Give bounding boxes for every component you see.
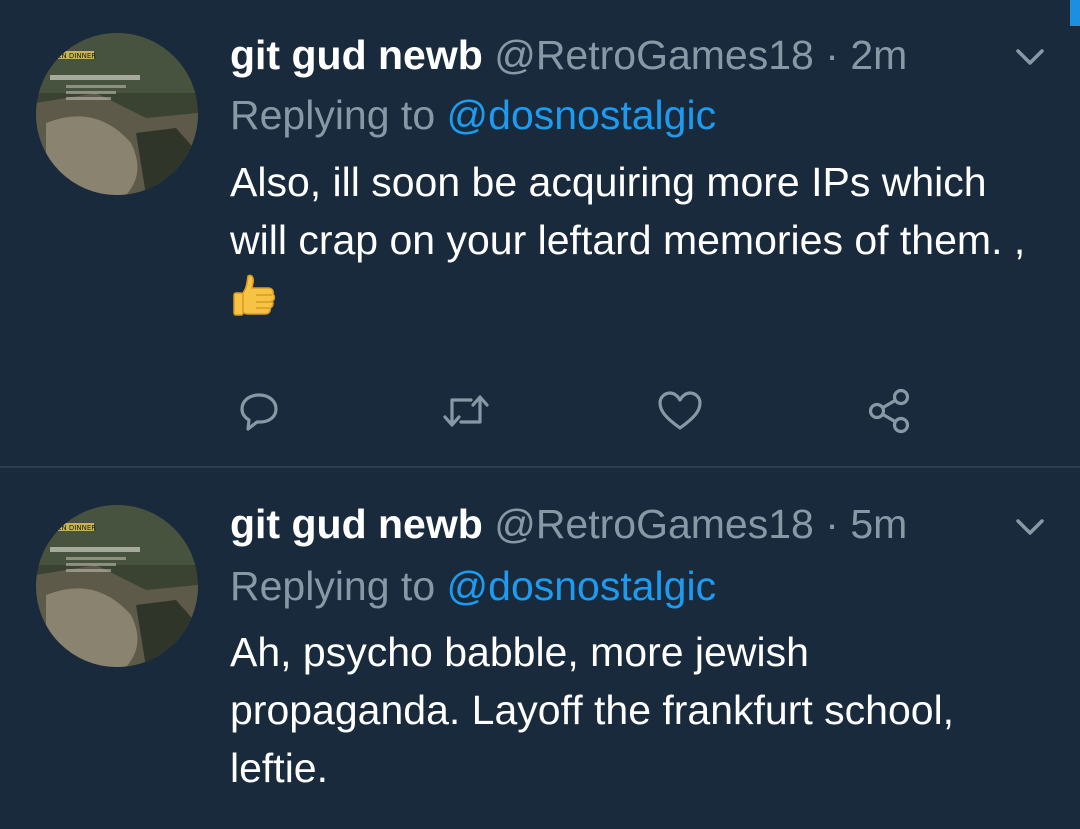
share-button[interactable] [862,384,916,438]
tweet-actions [0,384,1080,438]
tweet-text: Ah, psycho babble, more jewish propagand… [230,629,955,791]
tweet[interactable]: ..KEN DINNER git gud newb @RetroGames18 … [0,0,1080,466]
tweet[interactable]: ..KEN DINNER git gud newb @RetroGames18 … [0,468,1080,829]
replying-to-link[interactable]: @dosnostalgic [447,92,717,138]
tweet-text: Also, ill soon be acquiring more IPs whi… [230,153,1050,327]
separator-dot: · [825,32,839,78]
timestamp[interactable]: 2m [850,32,907,78]
chevron-down-icon[interactable] [1010,38,1050,78]
avatar-image: ..KEN DINNER [36,505,198,667]
avatar[interactable]: ..KEN DINNER [36,33,198,195]
like-button[interactable] [653,384,707,438]
separator-dot: · [825,501,839,547]
replying-to-label: Replying to [230,563,436,609]
reply-button[interactable] [232,384,286,438]
tweet-header: git gud newb @RetroGames18 · 5m [230,500,907,548]
user-handle[interactable]: @RetroGames18 [494,32,814,78]
timestamp[interactable]: 5m [850,501,907,547]
chevron-down-icon[interactable] [1010,508,1050,548]
retweet-icon [443,395,489,427]
svg-text:..KEN DINNER: ..KEN DINNER [48,52,96,60]
replying-to-label: Replying to [230,92,436,138]
retweet-button[interactable] [439,384,493,438]
like-icon [658,391,702,430]
tweet-header: git gud newb @RetroGames18 · 2m [230,31,907,79]
share-icon [868,388,910,434]
replying-to-line: Replying to @dosnostalgic [230,91,716,139]
svg-text:..KEN DINNER: ..KEN DINNER [48,524,96,532]
tweet-body: Also, ill soon be acquiring more IPs whi… [230,159,1026,263]
replying-to-line: Replying to @dosnostalgic [230,562,716,610]
avatar[interactable]: ..KEN DINNER [36,505,198,667]
replying-to-link[interactable]: @dosnostalgic [447,563,717,609]
display-name[interactable]: git gud newb [230,501,483,547]
reply-icon [240,393,278,431]
display-name[interactable]: git gud newb [230,32,483,78]
user-handle[interactable]: @RetroGames18 [494,501,814,547]
thumbs-up-icon [233,274,276,316]
avatar-image: ..KEN DINNER [36,33,198,195]
